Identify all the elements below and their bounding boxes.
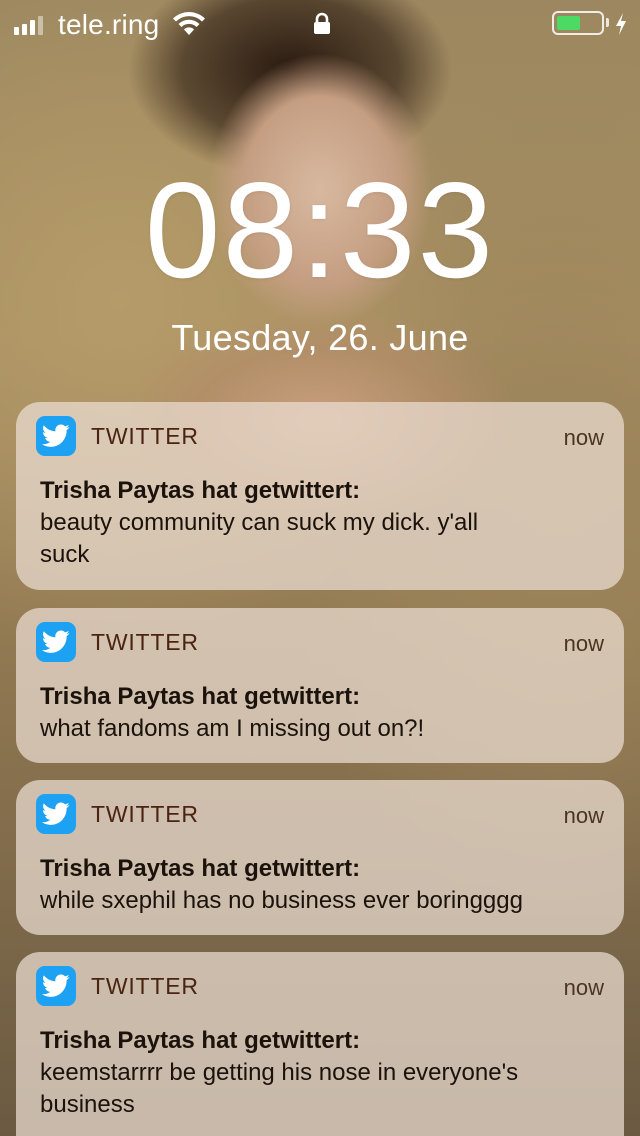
lock-screen-clock: 08:33 [144,154,496,306]
notification-body: while sxephil has no business ever borin… [40,885,600,917]
notification-time: now [563,975,604,1000]
battery-level-fill [557,16,580,30]
notification-body-line: beauty community can suck my dick. y'all [40,509,479,536]
notification-title: Trisha Paytas hat getwittert: [40,855,361,882]
battery-cap [606,18,609,27]
status-bar: tele.ring [0,0,640,48]
battery-icon [552,11,604,35]
notification-card[interactable]: TWITTER now Trisha Paytas hat getwittert… [16,402,624,590]
carrier-name: tele.ring [58,9,160,40]
notification-time: now [563,803,604,828]
notification-header: TWITTER now [36,794,604,834]
twitter-bird-icon [36,416,76,456]
notification-body: beauty community can suck my dick. y'all… [40,507,600,571]
wifi-icon [173,12,205,35]
notification-body-line: what fandoms am I missing out on?! [40,715,425,742]
notification-header: TWITTER now [36,416,604,456]
notification-body-line: while sxephil has no business ever borin… [40,887,523,914]
notification-card[interactable]: TWITTER now Trisha Paytas hat getwittert… [16,780,624,935]
notification-body-line: business [40,1091,135,1118]
notification-time: now [563,425,604,450]
notification-card[interactable]: TWITTER now Trisha Paytas hat getwittert… [16,608,624,763]
twitter-bird-icon [36,622,76,662]
notification-app-name: TWITTER [91,629,199,655]
notification-header: TWITTER now [36,966,604,1006]
notification-app-name: TWITTER [91,973,199,999]
notification-body: what fandoms am I missing out on?! [40,713,600,745]
notification-body-line: keemstarrrr be getting his nose in every… [40,1059,519,1086]
twitter-bird-icon [36,794,76,834]
notification-card[interactable]: TWITTER now Trisha Paytas hat getwittert… [16,952,624,1136]
notification-header: TWITTER now [36,622,604,662]
notification-title: Trisha Paytas hat getwittert: [40,477,361,504]
notification-time: now [563,631,604,656]
lock-icon [314,12,330,34]
notification-body: keemstarrrr be getting his nose in every… [40,1057,600,1121]
twitter-bird-icon [36,966,76,1006]
notification-app-name: TWITTER [91,801,199,827]
lock-screen-date: Tuesday, 26. June [171,317,469,358]
signal-icon [14,15,43,35]
notification-title: Trisha Paytas hat getwittert: [40,1027,361,1054]
charging-bolt-icon [616,13,626,35]
notification-app-name: TWITTER [91,423,199,449]
notification-title: Trisha Paytas hat getwittert: [40,683,361,710]
notification-body-line: suck [40,541,90,568]
